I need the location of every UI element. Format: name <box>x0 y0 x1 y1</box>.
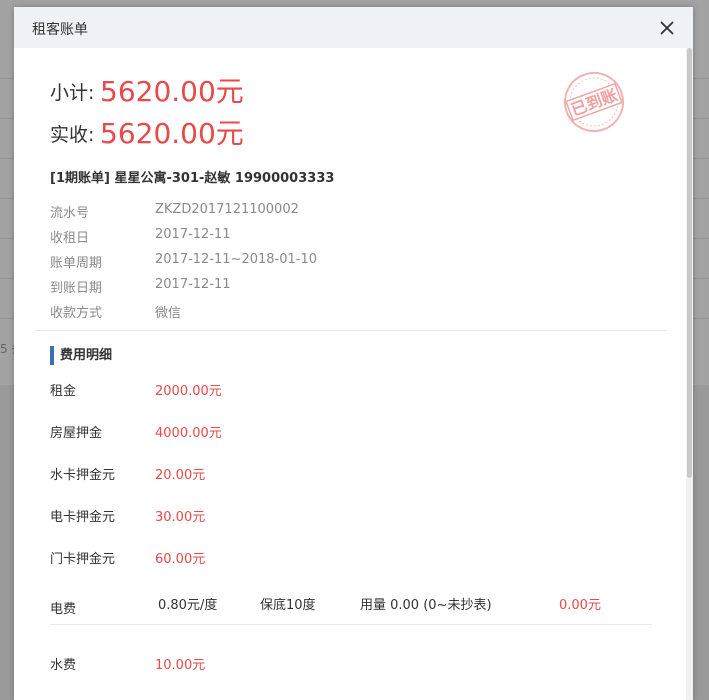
modal-scrollbar[interactable] <box>686 48 693 700</box>
fee-value: 2000.00元 <box>155 384 222 399</box>
electricity-price: 0.80元/度 <box>158 598 218 613</box>
info-label: 收租日 <box>50 231 90 246</box>
close-button[interactable] <box>655 16 679 40</box>
tenant-bill-modal: 租客账单 小计: 5620.00元 实收: 5620.00元 已到账 [1期账单… <box>14 7 693 700</box>
electricity-label: 电费 <box>50 602 77 617</box>
fee-label: 水卡押金元 <box>50 468 116 483</box>
fee-value: 10.00元 <box>155 658 206 673</box>
info-divider <box>36 330 667 331</box>
fee-label: 电卡押金元 <box>50 510 116 525</box>
electricity-divider <box>50 624 652 625</box>
info-label: 到账日期 <box>50 281 103 296</box>
stamp-icon: 已到账 <box>564 72 624 132</box>
subtotal-label: 小计: <box>50 82 95 104</box>
scrollbar-thumb[interactable] <box>687 48 692 478</box>
info-value: 2017-12-11 <box>155 227 231 242</box>
fee-value: 20.00元 <box>155 468 206 483</box>
received-label: 实收: <box>50 124 95 146</box>
modal-title: 租客账单 <box>32 22 88 38</box>
info-value: 微信 <box>155 306 182 321</box>
info-value: 2017-12-11~2018-01-10 <box>155 252 317 267</box>
modal-header: 租客账单 <box>14 7 693 48</box>
fee-value: 60.00元 <box>155 552 206 567</box>
received-value: 5620.00元 <box>100 117 244 150</box>
info-label: 收款方式 <box>50 306 103 321</box>
paid-stamp: 已到账 <box>554 67 634 137</box>
bill-title: [1期账单] 星星公寓-301-赵敏 19900003333 <box>50 171 335 186</box>
fee-value: 30.00元 <box>155 510 206 525</box>
fee-label: 租金 <box>50 384 77 399</box>
fee-details-title: 费用明细 <box>50 346 112 365</box>
electricity-base: 保底10度 <box>260 598 316 613</box>
fee-label: 房屋押金 <box>50 426 103 441</box>
info-label: 账单周期 <box>50 256 103 271</box>
info-value: ZKZD2017121100002 <box>155 202 299 217</box>
fee-label: 门卡押金元 <box>50 552 116 567</box>
fee-value: 4000.00元 <box>155 426 222 441</box>
electricity-usage: 用量 0.00 (0~未抄表) <box>360 598 492 613</box>
subtotal-value: 5620.00元 <box>100 75 244 108</box>
stamp-text: 已到账 <box>568 85 620 119</box>
close-icon <box>660 21 674 35</box>
electricity-amount: 0.00元 <box>559 598 601 613</box>
fee-label: 水费 <box>50 658 77 673</box>
info-value: 2017-12-11 <box>155 277 231 292</box>
info-label: 流水号 <box>50 206 90 221</box>
